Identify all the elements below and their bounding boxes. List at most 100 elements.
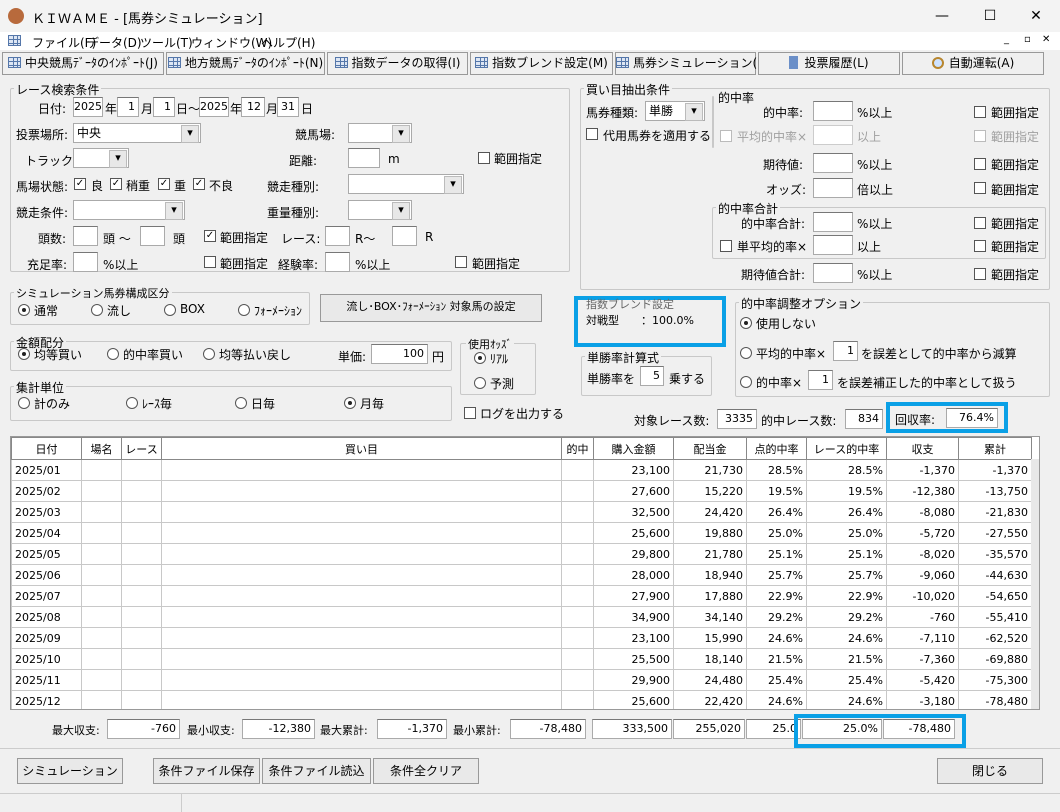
adjust-correct-input[interactable]: 1 (808, 370, 833, 390)
from-month-input[interactable]: 1 (117, 97, 139, 117)
single-avg-input[interactable] (813, 235, 853, 255)
odds-input[interactable] (813, 178, 853, 198)
column-header[interactable]: 配当金 (673, 437, 747, 460)
fetch-index-button[interactable]: 指数データの取得(I) (327, 52, 468, 75)
column-header[interactable]: 累計 (958, 437, 1032, 460)
simulate-button[interactable]: シミュレーション (17, 758, 123, 784)
column-header[interactable]: レース的中率 (806, 437, 887, 460)
column-header[interactable]: レース (121, 437, 162, 460)
avg-hit-input[interactable] (813, 125, 853, 145)
vertical-scrollbar[interactable] (1031, 459, 1039, 709)
adjust-none-radio[interactable] (740, 317, 752, 329)
column-header[interactable]: 場名 (81, 437, 122, 460)
adjust-avg-radio[interactable] (740, 347, 752, 359)
fill-rate-input[interactable] (73, 252, 98, 272)
condition-bad-checkbox[interactable]: ✓ (193, 178, 205, 190)
mdi-restore-button[interactable]: ▫ (1024, 34, 1031, 45)
adjust-avg-input[interactable]: 1 (833, 341, 858, 361)
aggregate-radio-0[interactable] (18, 397, 30, 409)
heads-range-checkbox[interactable]: ✓ (204, 230, 216, 242)
course-select[interactable] (348, 123, 412, 143)
from-year-input[interactable]: 2025 (73, 97, 103, 117)
menu-data[interactable]: データ(D) (87, 34, 142, 51)
table-row[interactable]: 2025/08 34,900 34,140 29.2% 29.2% -760 -55,410 (11, 606, 1032, 628)
column-header[interactable]: 的中 (561, 437, 594, 460)
amount-radio-2[interactable] (203, 348, 215, 360)
win-power-input[interactable]: 5 (640, 366, 664, 386)
hit-sum-range-checkbox[interactable] (974, 217, 986, 229)
aggregate-radio-3[interactable] (344, 397, 356, 409)
distance-range-checkbox[interactable] (478, 152, 490, 164)
bet-simulation-button[interactable]: 馬券シミュレーション(B) (615, 52, 770, 75)
index-blend-button[interactable]: 指数ブレンド設定(M) (470, 52, 613, 75)
table-row[interactable]: 2025/06 28,000 18,940 25.7% 25.7% -9,060 -44,6… (11, 564, 1032, 586)
hit-rate-input[interactable] (813, 101, 853, 121)
amount-radio-1[interactable] (107, 348, 119, 360)
table-row[interactable]: 2025/07 27,900 17,880 22.9% 22.9% -10,020 -54,… (11, 585, 1032, 607)
weight-type-select[interactable] (348, 200, 412, 220)
condition-good-checkbox[interactable]: ✓ (74, 178, 86, 190)
hit-sum-input[interactable] (813, 212, 853, 232)
track-select[interactable] (73, 148, 129, 168)
ev-sum-range-checkbox[interactable] (974, 268, 986, 280)
close-button[interactable]: 閉じる (937, 758, 1043, 784)
to-month-input[interactable]: 12 (241, 97, 265, 117)
maximize-button[interactable]: ☐ (970, 4, 1010, 28)
odds-radio-0[interactable] (474, 352, 486, 364)
avg-hit-checkbox[interactable] (720, 130, 732, 142)
mdi-close-button[interactable]: ✕ (1042, 34, 1050, 45)
table-row[interactable]: 2025/04 25,600 19,880 25.0% 25.0% -5,720 -27,5… (11, 522, 1032, 544)
odds-radio-1[interactable] (474, 377, 486, 389)
column-header[interactable]: 買い目 (161, 437, 562, 460)
race-to-input[interactable] (392, 226, 417, 246)
experience-rate-input[interactable] (325, 252, 350, 272)
sim-type-radio-0[interactable] (18, 304, 30, 316)
column-header[interactable]: 点的中率 (746, 437, 807, 460)
ev-input[interactable] (813, 153, 853, 173)
race-condition-select[interactable] (73, 200, 185, 220)
to-year-input[interactable]: 2025 (199, 97, 229, 117)
hit-range-checkbox[interactable] (974, 106, 986, 118)
menu-tools[interactable]: ツール(T) (140, 34, 193, 51)
close-window-button[interactable]: ✕ (1016, 4, 1056, 28)
menu-help[interactable]: ヘルプ(H) (261, 34, 315, 51)
ev-sum-input[interactable] (813, 263, 853, 283)
venue-select[interactable]: 中央 (73, 123, 201, 143)
table-row[interactable]: 2025/09 23,100 15,990 24.6% 24.6% -7,110 -62,5… (11, 627, 1032, 649)
aggregate-radio-2[interactable] (235, 397, 247, 409)
avg-hit-range-checkbox[interactable] (974, 130, 986, 142)
heads-to-input[interactable] (140, 226, 165, 246)
from-day-input[interactable]: 1 (153, 97, 175, 117)
load-conditions-button[interactable]: 条件ファイル読込 (262, 758, 371, 784)
table-row[interactable]: 2025/12 25,600 22,420 24.6% 24.6% -3,180 -78,4… (11, 690, 1032, 709)
odds-range-checkbox[interactable] (974, 182, 986, 194)
auto-run-button[interactable]: 自動運転(A) (902, 52, 1044, 75)
results-grid[interactable]: 日付 場名 レース 買い目 的中 購入金額 配当金 点的中率 レース的中率 収支 累計 2025/01… (10, 436, 1040, 710)
sim-type-radio-3[interactable] (238, 304, 250, 316)
bet-type-select[interactable]: 単勝 (645, 101, 705, 121)
mdi-minimize-button[interactable]: _ (1004, 34, 1009, 45)
race-type-select[interactable] (348, 174, 464, 194)
table-row[interactable]: 2025/02 27,600 15,220 19.5% 19.5% -12,380 -13,… (11, 480, 1032, 502)
import-jra-button[interactable]: 中央競馬ﾃﾞｰﾀのｲﾝﾎﾟｰﾄ(J) (2, 52, 164, 75)
table-row[interactable]: 2025/10 25,500 18,140 21.5% 21.5% -7,360 -69,8… (11, 648, 1032, 670)
condition-heavy-checkbox[interactable]: ✓ (158, 178, 170, 190)
race-from-input[interactable] (325, 226, 350, 246)
aggregate-radio-1[interactable] (126, 397, 138, 409)
clear-conditions-button[interactable]: 条件全クリア (373, 758, 479, 784)
table-row[interactable]: 2025/01 23,100 21,730 28.5% 28.5% -1,370 -1,37… (11, 459, 1032, 481)
target-horse-button[interactable]: 流し･BOX･ﾌｫｰﾒｰｼｮﾝ 対象馬の設定 (320, 294, 542, 322)
amount-radio-0[interactable] (18, 348, 30, 360)
column-header[interactable]: 収支 (886, 437, 959, 460)
unit-price-input[interactable]: 100 (371, 344, 428, 364)
column-header[interactable]: 日付 (11, 437, 82, 460)
heads-from-input[interactable] (73, 226, 98, 246)
adjust-correct-radio[interactable] (740, 376, 752, 388)
table-row[interactable]: 2025/03 32,500 24,420 26.4% 26.4% -8,080 -21,8… (11, 501, 1032, 523)
minimize-button[interactable]: — (922, 4, 962, 28)
table-row[interactable]: 2025/05 29,800 21,780 25.1% 25.1% -8,020 -35,5… (11, 543, 1032, 565)
table-row[interactable]: 2025/11 29,900 24,480 25.4% 25.4% -5,420 -75,3… (11, 669, 1032, 691)
sim-type-radio-2[interactable] (164, 304, 176, 316)
ev-range-checkbox[interactable] (974, 158, 986, 170)
fill-range-checkbox[interactable] (204, 256, 216, 268)
